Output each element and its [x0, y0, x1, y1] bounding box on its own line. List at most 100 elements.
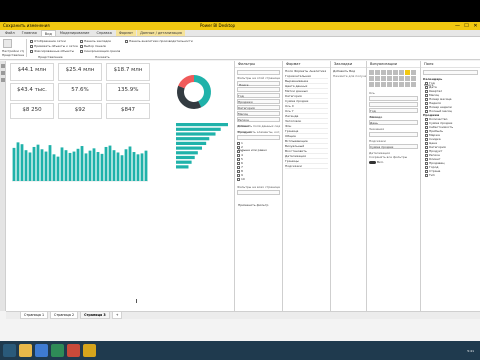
start-icon[interactable]	[3, 344, 16, 357]
visual-type-icon[interactable]	[369, 76, 374, 81]
visual-type-icon[interactable]	[399, 70, 404, 75]
explorer-icon[interactable]	[19, 344, 32, 357]
minimize-button[interactable]: —	[453, 22, 462, 30]
column[interactable]	[144, 150, 148, 181]
kpi-card[interactable]: $92	[58, 103, 102, 119]
bar[interactable]	[176, 127, 221, 131]
visual-type-icon[interactable]	[399, 76, 404, 81]
kpi-card[interactable]: $8 250	[10, 103, 54, 119]
visual-type-icon[interactable]	[411, 82, 416, 87]
visual-type-icon[interactable]	[387, 76, 392, 81]
filter-item[interactable]: Месяц	[237, 99, 280, 116]
column[interactable]	[56, 156, 60, 181]
tab-home[interactable]: Главная	[19, 30, 40, 36]
format-card-header[interactable]: Подсказки	[285, 164, 328, 169]
column[interactable]	[16, 142, 20, 181]
visual-type-icon[interactable]	[381, 82, 386, 87]
visual-type-icon[interactable]	[405, 70, 410, 75]
add-page-button[interactable]: +	[111, 312, 123, 319]
column[interactable]	[136, 154, 140, 181]
viz-axis-well[interactable]: Месяц	[369, 102, 418, 119]
checkbox-selection[interactable]: Выбор панели	[80, 44, 106, 48]
column[interactable]	[24, 150, 28, 181]
checkbox-performance[interactable]: Панель аналитики производительности	[125, 39, 193, 43]
column[interactable]	[36, 144, 40, 181]
quick-access-label[interactable]: Сохранить изменения	[3, 23, 50, 28]
column[interactable]	[52, 154, 56, 181]
visual-type-icon[interactable]	[369, 70, 374, 75]
visual-type-icon[interactable]	[411, 70, 416, 75]
viz-toggle[interactable]: Вкл.	[369, 160, 418, 164]
maximize-button[interactable]: ☐	[462, 22, 471, 30]
visual-type-icon[interactable]	[393, 82, 398, 87]
column[interactable]	[32, 146, 36, 181]
checkbox-sync-slicers[interactable]: Синхронизация срезов	[80, 49, 120, 53]
tab-data-drill[interactable]: Данные / детализация	[137, 30, 185, 36]
column[interactable]	[88, 150, 92, 181]
kpi-card[interactable]: $25.4 млн	[58, 63, 102, 81]
column[interactable]	[104, 146, 108, 181]
kpi-card[interactable]: $847	[106, 103, 150, 119]
bar[interactable]	[176, 160, 192, 164]
powerpoint-icon[interactable]	[67, 344, 80, 357]
kpi-card[interactable]: 135.9%	[106, 83, 150, 101]
viz-values-well[interactable]: Сумма продаж	[369, 132, 418, 149]
visual-type-icon[interactable]	[369, 82, 374, 87]
column[interactable]	[68, 152, 72, 181]
donut-chart[interactable]	[156, 64, 232, 120]
filter-item[interactable]: Продукт	[237, 117, 280, 134]
page-view-icon[interactable]	[3, 39, 12, 48]
tab-format[interactable]: Формат	[115, 30, 137, 36]
column[interactable]	[140, 153, 144, 181]
horizontal-bar-chart[interactable]	[156, 121, 232, 171]
viz-axis-well[interactable]: День	[369, 108, 418, 125]
bar[interactable]	[176, 146, 202, 150]
column[interactable]	[44, 151, 48, 181]
report-canvas[interactable]: $44.1 млн $25.4 млн $18.7 млн $43.4 тыс.…	[6, 61, 234, 311]
tab-view[interactable]: Вид	[40, 30, 56, 36]
bar[interactable]	[176, 141, 207, 145]
bar[interactable]	[176, 155, 195, 160]
apply-filter-button[interactable]: Применить фильтр	[237, 190, 280, 207]
column[interactable]	[132, 152, 136, 181]
bookmark-view-button[interactable]: Вид	[349, 69, 355, 73]
visual-type-icon[interactable]	[375, 70, 380, 75]
checkbox-lock-objects[interactable]: Фиксированные объекты	[30, 49, 74, 53]
visual-type-icon[interactable]	[375, 76, 380, 81]
model-view-icon[interactable]	[1, 78, 5, 82]
page-tab[interactable]: Страница 1	[20, 312, 49, 319]
format-tab[interactable]: Поля	[285, 69, 293, 73]
column[interactable]	[64, 150, 68, 181]
bookmark-add-button[interactable]: Добавить	[333, 69, 348, 73]
filter-condition-select[interactable]: больше или равно	[237, 135, 280, 152]
checkbox-bookmarks[interactable]: Панель закладок	[80, 39, 111, 43]
kpi-card[interactable]: $44.1 млн	[10, 63, 54, 81]
column[interactable]	[124, 149, 128, 181]
browser-icon[interactable]	[35, 344, 48, 357]
visual-type-icon[interactable]	[405, 82, 410, 87]
column[interactable]	[84, 153, 88, 181]
column[interactable]	[76, 148, 80, 181]
filter-item[interactable]: Год	[237, 81, 280, 98]
visual-type-icon[interactable]	[375, 82, 380, 87]
close-button[interactable]: ✕	[471, 22, 480, 30]
kpi-card[interactable]: $18.7 млн	[106, 63, 150, 81]
column[interactable]	[96, 152, 100, 181]
visual-type-icon[interactable]	[387, 70, 392, 75]
bar[interactable]	[176, 165, 189, 169]
column[interactable]	[12, 147, 16, 181]
visual-type-icon[interactable]	[393, 76, 398, 81]
column[interactable]	[40, 149, 44, 181]
checkbox-gridlines[interactable]: Отображение сетки	[30, 39, 66, 43]
format-tab[interactable]: Форматы	[294, 69, 309, 73]
column[interactable]	[116, 152, 120, 181]
kpi-card[interactable]: 57.6%	[58, 83, 102, 101]
column[interactable]	[92, 148, 96, 181]
visual-type-icon[interactable]	[387, 82, 392, 87]
visual-type-icon[interactable]	[381, 76, 386, 81]
bar[interactable]	[176, 137, 210, 141]
kpi-card[interactable]: $43.4 тыс.	[10, 83, 54, 101]
checkbox-snap-to-grid[interactable]: Привязать объекты к сетке	[30, 44, 78, 48]
data-view-icon[interactable]	[1, 71, 5, 75]
viz-axis-well[interactable]: Год	[369, 96, 418, 113]
